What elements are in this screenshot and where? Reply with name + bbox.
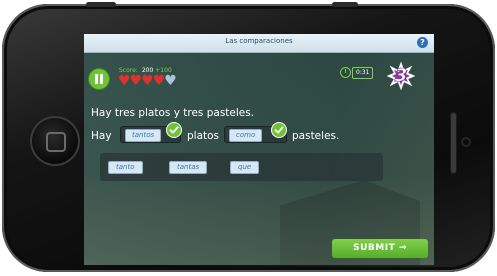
fill-in-sentence: Hay tantos platos como pasteles. — [91, 123, 431, 146]
answer-chip-1[interactable]: tantos — [125, 129, 162, 142]
pause-button[interactable] — [89, 69, 109, 89]
submit-button[interactable]: SUBMIT → — [332, 239, 428, 258]
sentence-word-pasteles: pasteles. — [292, 130, 340, 142]
heart-full-icon: ♥ — [141, 73, 154, 89]
sentence-word-hay: Hay — [91, 130, 112, 142]
heart-full-icon: ♥ — [152, 73, 166, 89]
heart-empty-icon: ♥ — [164, 73, 177, 89]
app-title: Las comparaciones — [225, 37, 293, 45]
camera-icon — [463, 139, 469, 145]
heart-full-icon: ♥ — [129, 73, 143, 89]
home-button[interactable] — [30, 116, 80, 166]
check-icon — [167, 123, 181, 137]
speaker-grille — [450, 112, 457, 174]
streak-number: 3 — [394, 65, 408, 87]
title-bar: Las comparaciones ? — [84, 34, 434, 53]
volume-button — [86, 2, 116, 7]
word-bank: tanto tantas que — [100, 153, 383, 181]
lives-hearts: ♥♥♥♥♥ — [118, 73, 177, 89]
phone-frame: Las comparaciones ? Score: 200 +100 ♥♥♥♥♥ … — [2, 2, 495, 272]
app-screen: Las comparaciones ? Score: 200 +100 ♥♥♥♥♥ … — [84, 34, 434, 265]
answer-chip-2[interactable]: como — [229, 129, 263, 142]
question-sentence: Hay tres platos y tres pasteles. — [91, 107, 255, 119]
clock-icon — [340, 67, 351, 78]
word-option[interactable]: tantas — [169, 161, 208, 174]
word-option[interactable]: que — [230, 161, 260, 174]
streak-badge: 3 — [386, 61, 416, 91]
sentence-word-platos: platos — [187, 130, 220, 142]
check-icon — [272, 123, 286, 137]
word-option[interactable]: tanto — [108, 161, 143, 174]
power-button — [332, 2, 358, 7]
heart-full-icon: ♥ — [118, 73, 131, 89]
timer-value: 0:31 — [352, 67, 374, 79]
help-icon[interactable]: ? — [417, 37, 428, 48]
